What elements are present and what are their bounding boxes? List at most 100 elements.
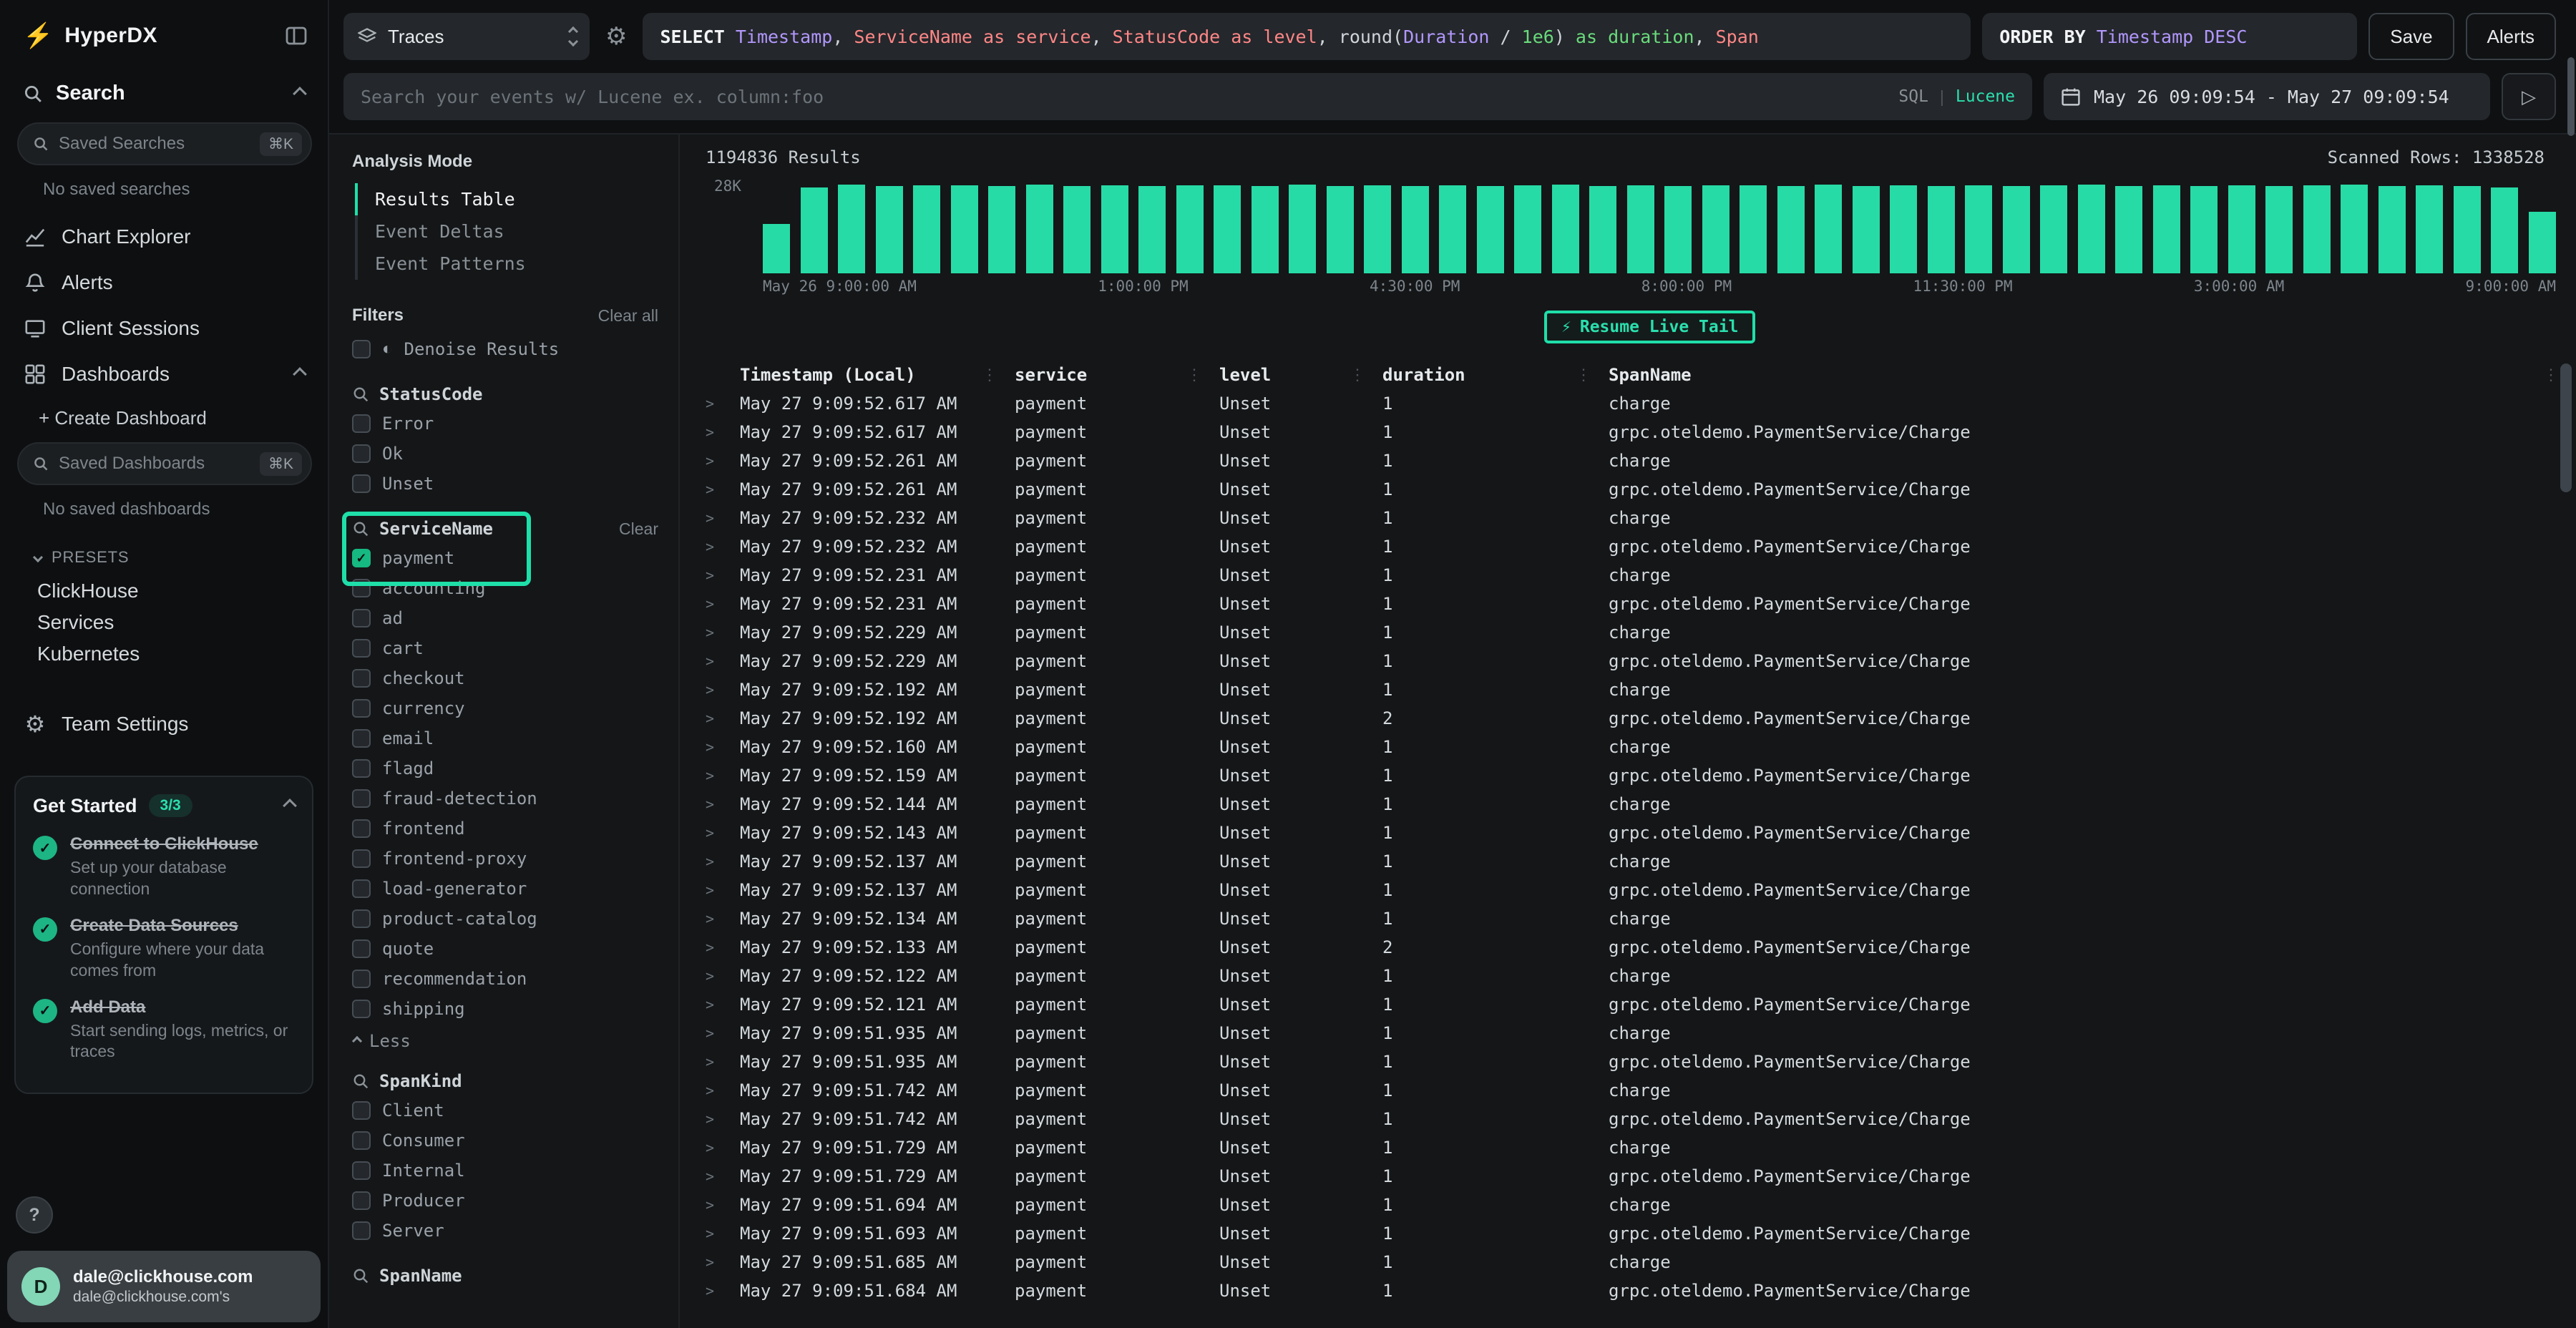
table-row[interactable]: >May 27 9:09:52.231 AMpaymentUnset1grpc.… xyxy=(680,590,2576,618)
gear-icon[interactable]: ⚙ xyxy=(601,22,631,51)
table-row[interactable]: >May 27 9:09:52.261 AMpaymentUnset1grpc.… xyxy=(680,475,2576,504)
expand-row-icon[interactable]: > xyxy=(706,424,740,441)
table-row[interactable]: >May 27 9:09:51.742 AMpaymentUnset1grpc.… xyxy=(680,1105,2576,1133)
column-resize-handle[interactable]: ⋮ xyxy=(982,366,1015,384)
column-resize-handle[interactable]: ⋮ xyxy=(1350,366,1382,384)
table-row[interactable]: >May 27 9:09:51.935 AMpaymentUnset1grpc.… xyxy=(680,1048,2576,1076)
histogram-bar[interactable] xyxy=(2416,185,2443,273)
expand-row-icon[interactable]: > xyxy=(706,1025,740,1042)
analysis-mode-event-deltas[interactable]: Event Deltas xyxy=(355,215,658,248)
histogram-bar[interactable] xyxy=(2341,185,2368,273)
table-row[interactable]: >May 27 9:09:51.684 AMpaymentUnset1grpc.… xyxy=(680,1276,2576,1305)
expand-row-icon[interactable]: > xyxy=(706,1110,740,1128)
table-row[interactable]: >May 27 9:09:52.121 AMpaymentUnset1grpc.… xyxy=(680,990,2576,1019)
table-row[interactable]: >May 27 9:09:52.261 AMpaymentUnset1charg… xyxy=(680,446,2576,475)
checkbox-Unset[interactable] xyxy=(352,474,371,493)
table-row[interactable]: >May 27 9:09:52.134 AMpaymentUnset1charg… xyxy=(680,904,2576,933)
sql-query-input[interactable]: SELECT Timestamp, ServiceName as service… xyxy=(643,13,1971,60)
column-resize-handle[interactable]: ⋮ xyxy=(1576,366,1609,384)
checkbox-fraud-detection[interactable] xyxy=(352,789,371,808)
clear-all-filters-link[interactable]: Clear all xyxy=(598,306,658,326)
filter-option-currency[interactable]: currency xyxy=(352,693,658,723)
table-row[interactable]: >May 27 9:09:52.229 AMpaymentUnset1charg… xyxy=(680,618,2576,647)
histogram-bar[interactable] xyxy=(1589,186,1616,273)
expand-row-icon[interactable]: > xyxy=(706,538,740,555)
filter-option-Unset[interactable]: Unset xyxy=(352,469,658,499)
clear-filter-link[interactable]: Clear xyxy=(619,519,658,539)
histogram-bar[interactable] xyxy=(913,185,940,273)
filter-option-frontend-proxy[interactable]: frontend-proxy xyxy=(352,844,658,874)
resume-live-tail-button[interactable]: ⚡ Resume Live Tail xyxy=(1544,311,1755,343)
sidebar-item-dashboards[interactable]: Dashboards xyxy=(0,351,328,397)
sidebar-item-team-settings[interactable]: ⚙ Team Settings xyxy=(0,701,328,747)
filter-option-frontend[interactable]: frontend xyxy=(352,814,658,844)
expand-row-icon[interactable]: > xyxy=(706,653,740,670)
expand-row-icon[interactable]: > xyxy=(706,567,740,584)
histogram-bar[interactable] xyxy=(1664,186,1692,273)
table-row[interactable]: >May 27 9:09:52.137 AMpaymentUnset1charg… xyxy=(680,847,2576,876)
expand-row-icon[interactable]: > xyxy=(706,939,740,956)
filter-option-Error[interactable]: Error xyxy=(352,409,658,439)
checkbox-recommendation[interactable] xyxy=(352,970,371,988)
sidebar-item-search[interactable]: Search xyxy=(0,67,328,119)
checkbox-accounting[interactable] xyxy=(352,579,371,597)
create-dashboard-button[interactable]: + Create Dashboard xyxy=(0,397,328,439)
table-row[interactable]: >May 27 9:09:52.192 AMpaymentUnset2grpc.… xyxy=(680,704,2576,733)
get-started-step-connect[interactable]: ✓ Connect to ClickHouse Set up your data… xyxy=(33,834,295,900)
histogram-bar[interactable] xyxy=(2115,186,2142,273)
date-range-picker[interactable]: May 26 09:09:54 - May 27 09:09:54 xyxy=(2044,73,2490,120)
checkbox-payment[interactable]: ✓ xyxy=(352,549,371,567)
column-resize-handle[interactable]: ⋮ xyxy=(1186,366,1219,384)
table-row[interactable]: >May 27 9:09:51.935 AMpaymentUnset1charg… xyxy=(680,1019,2576,1048)
histogram-bar[interactable] xyxy=(1627,185,1654,273)
expand-row-icon[interactable]: > xyxy=(706,796,740,813)
filter-option-load-generator[interactable]: load-generator xyxy=(352,874,658,904)
table-row[interactable]: >May 27 9:09:52.133 AMpaymentUnset2grpc.… xyxy=(680,933,2576,962)
expand-row-icon[interactable]: > xyxy=(706,996,740,1013)
alerts-button[interactable]: Alerts xyxy=(2466,13,2556,60)
filter-option-flagd[interactable]: flagd xyxy=(352,753,658,783)
histogram-bar[interactable] xyxy=(2491,187,2518,273)
expand-row-icon[interactable]: > xyxy=(706,624,740,641)
checkbox-Client[interactable] xyxy=(352,1101,371,1120)
histogram-bar[interactable] xyxy=(2303,185,2331,273)
checkbox-Producer[interactable] xyxy=(352,1191,371,1210)
histogram-bar[interactable] xyxy=(1138,186,1166,273)
table-row[interactable]: >May 27 9:09:51.693 AMpaymentUnset1grpc.… xyxy=(680,1219,2576,1248)
page-scrollbar-thumb[interactable] xyxy=(2567,57,2575,136)
save-button[interactable]: Save xyxy=(2368,13,2454,60)
filter-option-Consumer[interactable]: Consumer xyxy=(352,1126,658,1156)
table-row[interactable]: >May 27 9:09:52.159 AMpaymentUnset1grpc.… xyxy=(680,761,2576,790)
histogram-bar[interactable] xyxy=(1026,185,1053,273)
histogram-bar[interactable] xyxy=(876,186,903,273)
filter-option-checkout[interactable]: checkout xyxy=(352,663,658,693)
histogram-bar[interactable] xyxy=(801,187,828,273)
expand-row-icon[interactable]: > xyxy=(706,1139,740,1156)
checkbox-ad[interactable] xyxy=(352,609,371,628)
histogram-bar[interactable] xyxy=(1965,185,1992,273)
histogram-bar[interactable] xyxy=(1402,186,1429,273)
histogram-bar[interactable] xyxy=(2265,186,2293,273)
checkbox-Consumer[interactable] xyxy=(352,1131,371,1150)
histogram-bar[interactable] xyxy=(2190,186,2218,273)
checkbox-flagd[interactable] xyxy=(352,759,371,778)
histogram-bar[interactable] xyxy=(1890,185,1917,273)
histogram-bar[interactable] xyxy=(988,186,1015,273)
filter-option-shipping[interactable]: shipping xyxy=(352,994,658,1024)
expand-row-icon[interactable]: > xyxy=(706,738,740,756)
filter-option-product-catalog[interactable]: product-catalog xyxy=(352,904,658,934)
histogram-bar[interactable] xyxy=(1853,186,1880,273)
help-button[interactable]: ? xyxy=(16,1196,53,1234)
histogram-bar[interactable] xyxy=(951,185,978,273)
orderby-input[interactable]: ORDER BY Timestamp DESC xyxy=(1982,13,2357,60)
collapse-sidebar-icon[interactable] xyxy=(285,24,308,47)
filter-option-Server[interactable]: Server xyxy=(352,1216,658,1246)
checkbox-quote[interactable] xyxy=(352,939,371,958)
get-started-step-add-data[interactable]: ✓ Add Data Start sending logs, metrics, … xyxy=(33,997,295,1063)
histogram-bar[interactable] xyxy=(2003,186,2030,273)
histogram-bar[interactable] xyxy=(1364,185,1391,273)
expand-row-icon[interactable]: > xyxy=(706,910,740,927)
expand-row-icon[interactable]: > xyxy=(706,1168,740,1185)
histogram-bar[interactable] xyxy=(1439,185,1466,273)
expand-row-icon[interactable]: > xyxy=(706,595,740,612)
